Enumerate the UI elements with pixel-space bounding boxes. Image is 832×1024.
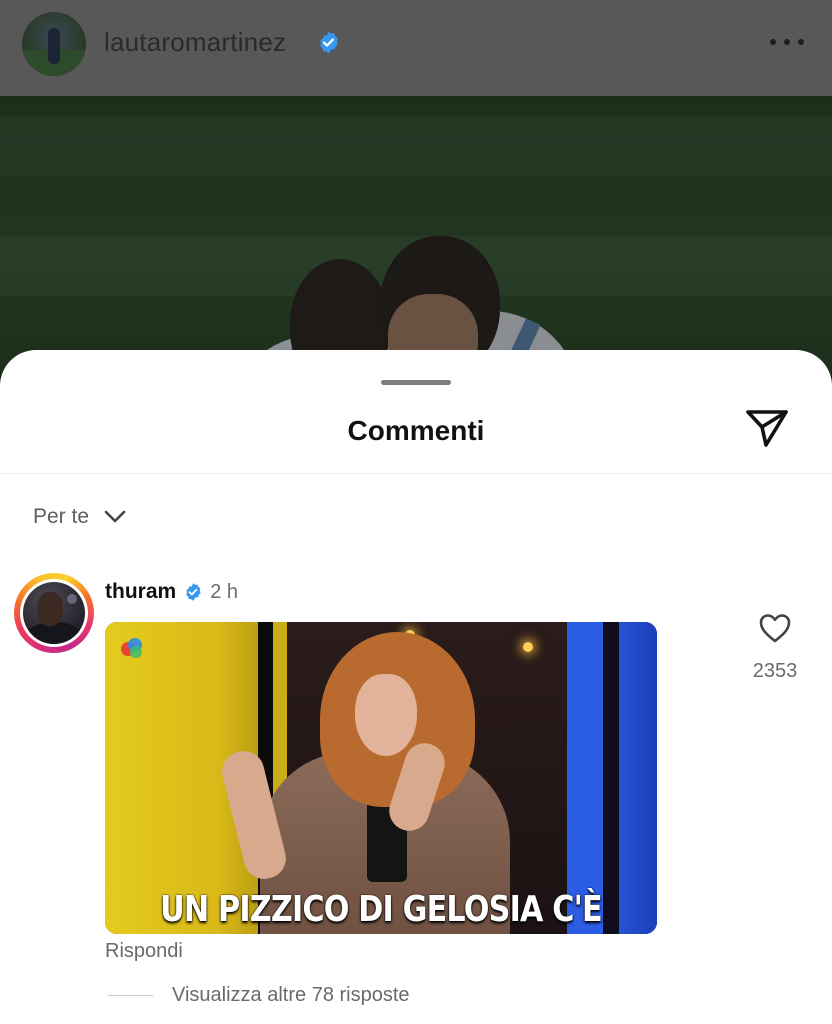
paper-plane-icon[interactable] <box>742 406 790 450</box>
comments-sheet: Commenti Per te thuram 2 h UN PIZZICO DI… <box>0 350 832 1024</box>
post-username[interactable]: lautaromartinez <box>104 27 286 58</box>
verified-badge-icon <box>186 583 201 601</box>
more-horizontal-icon[interactable] <box>770 32 804 52</box>
commenter-avatar[interactable] <box>20 579 88 647</box>
comment-header: thuram 2 h <box>105 578 238 606</box>
post-header: lautaromartinez <box>0 0 832 96</box>
reply-button[interactable]: Rispondi <box>105 940 183 963</box>
comment-timestamp: 2 h <box>210 580 238 603</box>
gif-caption: UN PIZZICO DI GELOSIA C'È <box>160 889 603 930</box>
heart-outline-icon[interactable] <box>758 612 792 644</box>
sheet-title: Commenti <box>347 415 485 446</box>
chevron-down-icon <box>104 510 126 523</box>
like-count: 2353 <box>752 660 798 682</box>
comment-gif[interactable]: UN PIZZICO DI GELOSIA C'È <box>105 622 657 934</box>
verified-badge-icon <box>319 31 339 54</box>
sheet-drag-handle[interactable] <box>381 380 451 385</box>
sort-dropdown[interactable]: Per te <box>33 502 127 532</box>
post-author-avatar[interactable] <box>22 12 86 76</box>
channel-logo-icon <box>121 638 142 658</box>
sort-label: Per te <box>33 505 90 528</box>
header-divider <box>0 473 832 474</box>
view-replies-button[interactable]: Visualizza altre 78 risposte <box>172 984 410 1007</box>
replies-divider <box>108 995 153 996</box>
commenter-username[interactable]: thuram <box>105 580 176 604</box>
